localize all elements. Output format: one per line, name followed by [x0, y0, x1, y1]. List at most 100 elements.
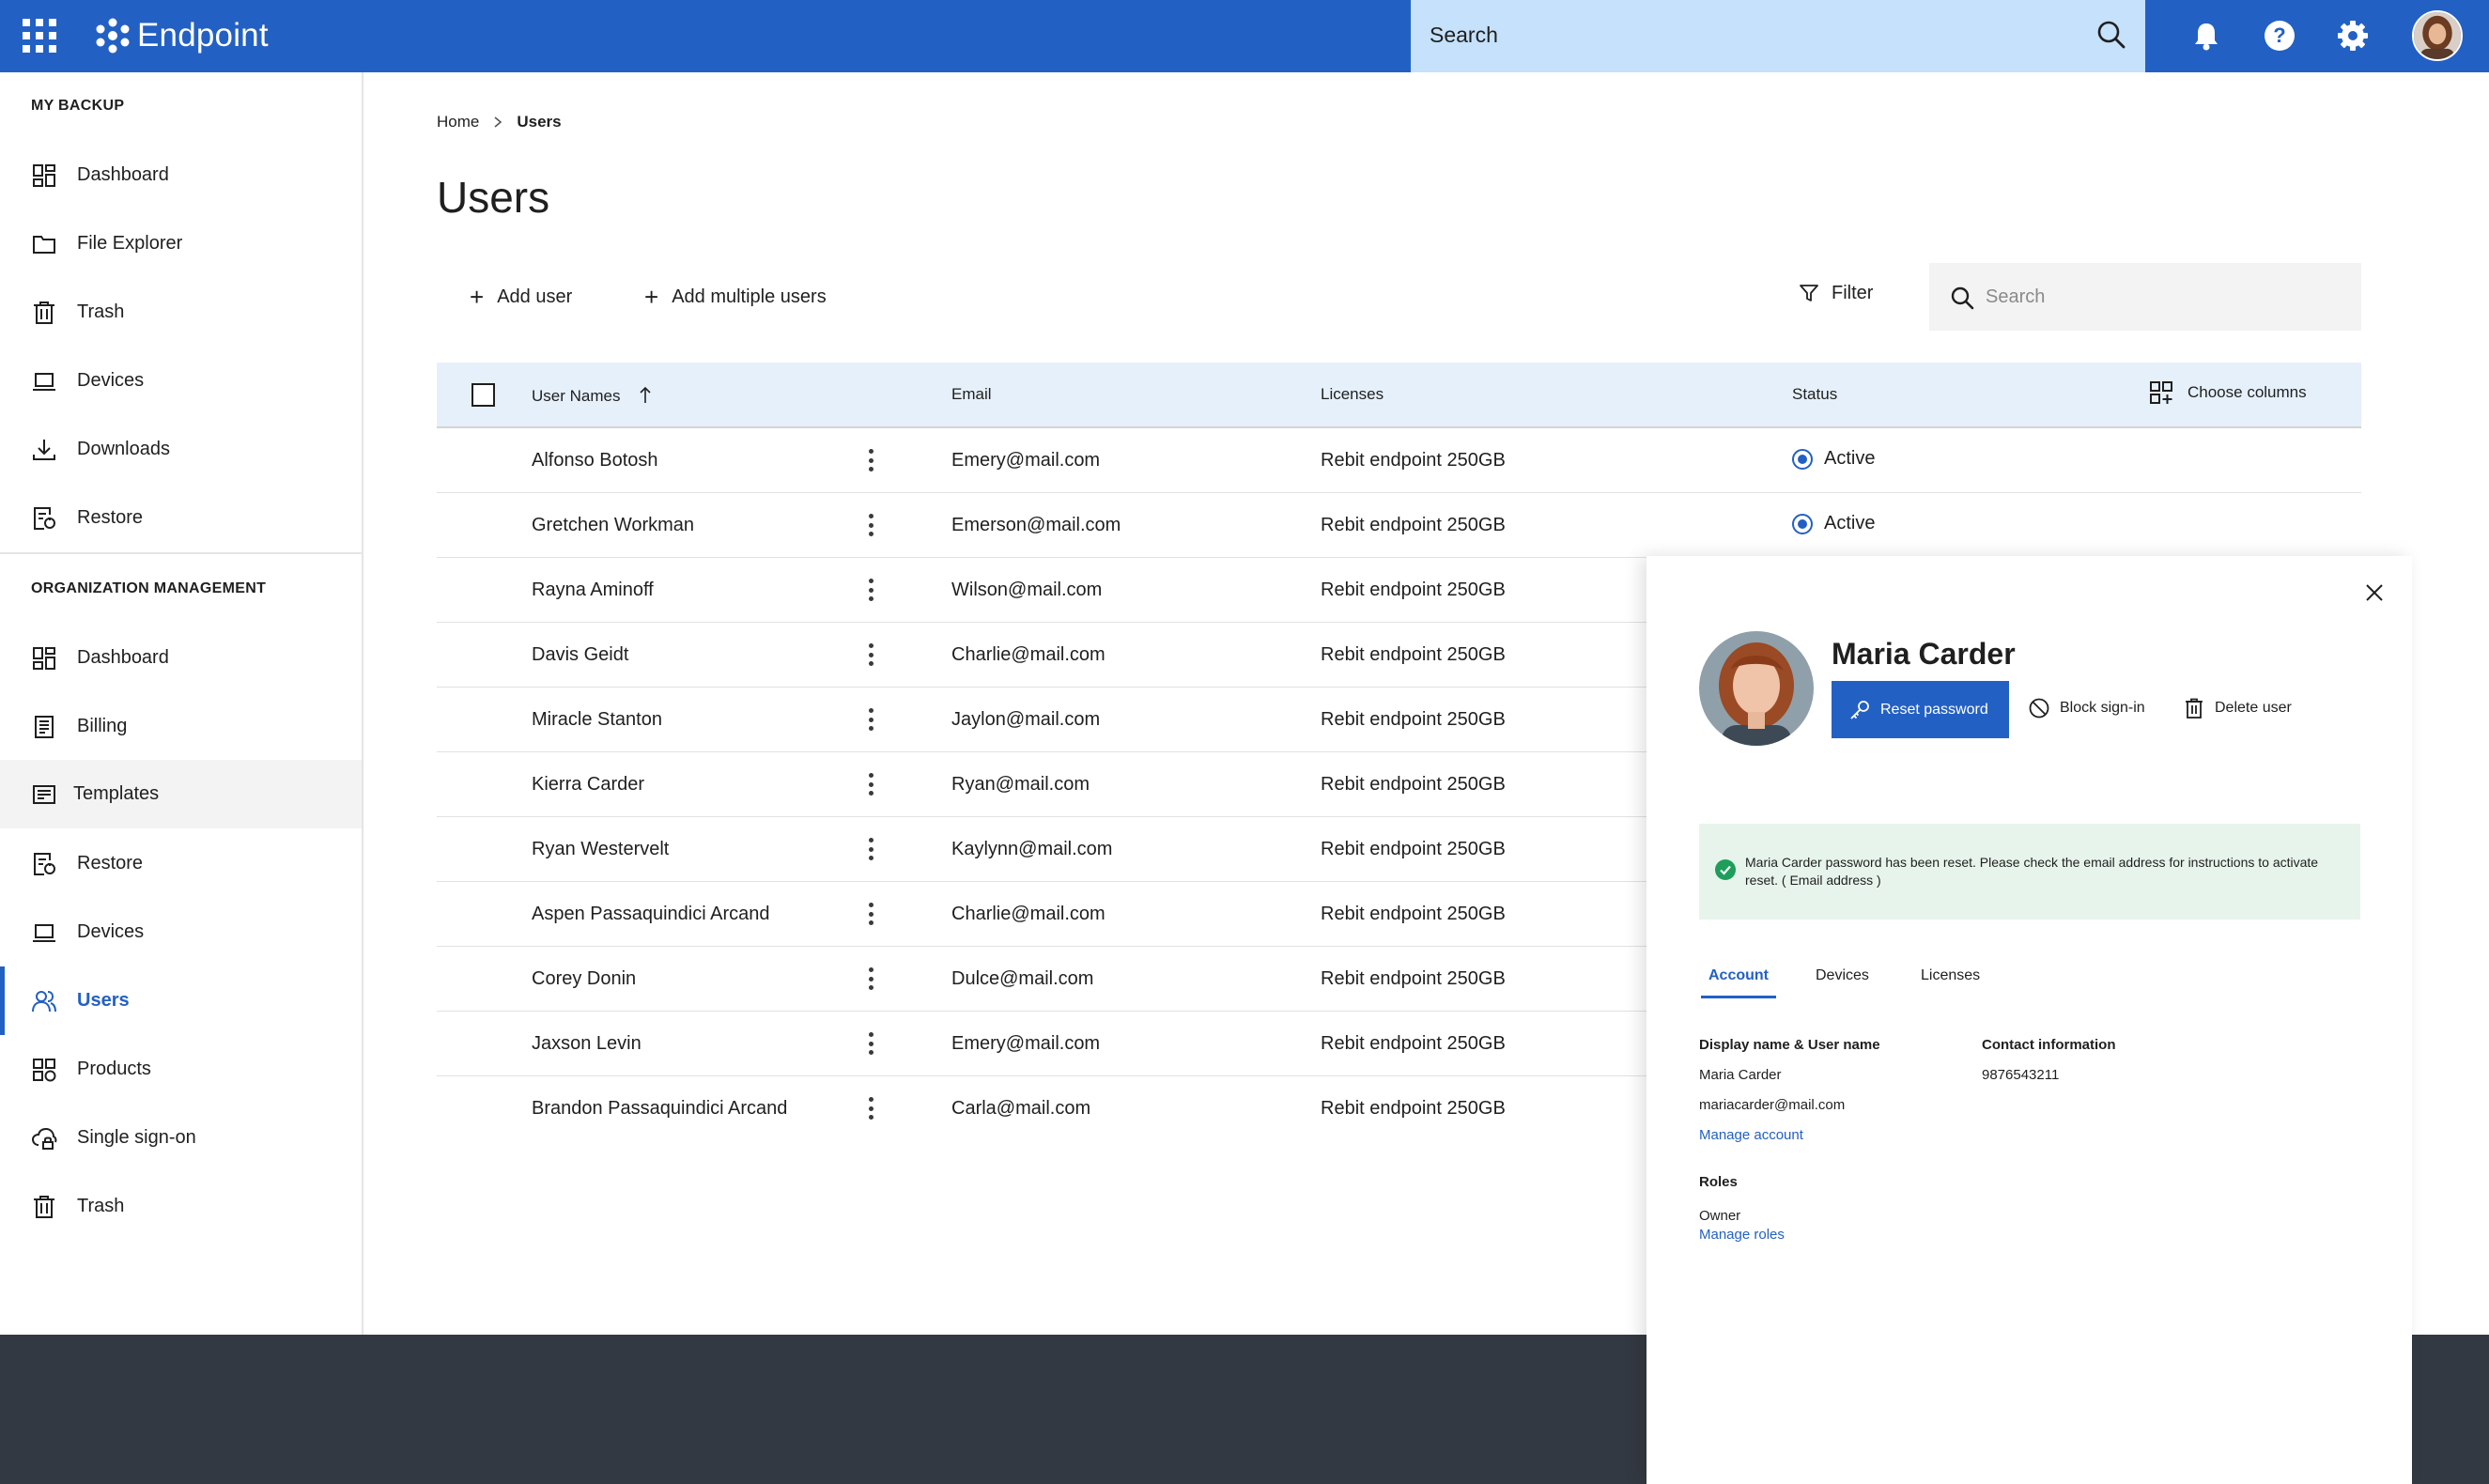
cell-license: Rebit endpoint 250GB [1321, 904, 1506, 924]
column-header-label: User Names [532, 387, 621, 405]
sidebar-item-single-sign-on[interactable]: Single sign-on [0, 1104, 362, 1172]
help-icon[interactable]: ? [2262, 18, 2297, 54]
table-row[interactable]: Alfonso Botosh Emery@mail.com Rebit endp… [437, 428, 2361, 493]
table-header: User Names Email Licenses Status Choose … [437, 363, 2361, 428]
table-search-input[interactable] [1986, 282, 2342, 312]
cell-user-name[interactable]: Alfonso Botosh [532, 450, 658, 471]
sidebar-item-org-trash[interactable]: Trash [0, 1172, 362, 1241]
block-sign-in-button[interactable]: Block sign-in [2028, 697, 2145, 719]
plus-icon: + [644, 282, 659, 311]
products-icon [33, 1058, 56, 1081]
close-icon[interactable] [2364, 582, 2385, 603]
role-value: Owner [1699, 1208, 1741, 1224]
search-icon [1951, 286, 1974, 310]
cell-email: Emerson@mail.com [951, 515, 1121, 535]
dashboard-icon [33, 163, 55, 187]
cell-email: Wilson@mail.com [951, 580, 1103, 600]
tab-account[interactable]: Account [1701, 967, 1776, 998]
row-more-icon[interactable] [862, 966, 879, 992]
sidebar-item-org-dashboard[interactable]: Dashboard [0, 624, 362, 692]
cell-user-name[interactable]: Gretchen Workman [532, 515, 694, 536]
cell-license: Rebit endpoint 250GB [1321, 968, 1506, 989]
choose-columns-button[interactable]: Choose columns [2148, 379, 2307, 406]
tab-licenses[interactable]: Licenses [1921, 967, 1980, 984]
block-sign-in-label: Block sign-in [2060, 700, 2145, 716]
sidebar-item-file-explorer[interactable]: File Explorer [0, 209, 362, 278]
manage-roles-link[interactable]: Manage roles [1699, 1227, 1785, 1243]
add-user-button[interactable]: + Add user [470, 282, 572, 312]
sidebar-item-devices[interactable]: Devices [0, 347, 362, 415]
top-bar: Endpoint Search ? [0, 0, 2489, 72]
cell-license: Rebit endpoint 250GB [1321, 839, 1506, 859]
sort-ascending-icon[interactable] [638, 385, 653, 404]
sidebar-item-label: Restore [77, 507, 144, 528]
add-multiple-users-button[interactable]: + Add multiple users [644, 282, 827, 312]
column-header-user-names[interactable]: User Names [532, 385, 653, 406]
sidebar-item-org-devices[interactable]: Devices [0, 898, 362, 966]
cell-user-name[interactable]: Ryan Westervelt [532, 839, 669, 860]
column-header-email[interactable]: Email [951, 385, 992, 404]
filter-label: Filter [1832, 282, 1874, 303]
row-more-icon[interactable] [862, 577, 879, 603]
cell-user-name[interactable]: Jaxson Levin [532, 1033, 642, 1055]
reset-password-button[interactable]: Reset password [1832, 681, 2009, 738]
manage-account-link[interactable]: Manage account [1699, 1127, 1803, 1143]
sidebar-item-users[interactable]: Users [0, 966, 362, 1035]
global-search-input[interactable]: Search [1430, 23, 1498, 48]
cell-user-name[interactable]: Aspen Passaquindici Arcand [532, 904, 770, 925]
download-icon [33, 439, 55, 460]
sidebar-item-templates[interactable]: Templates [0, 760, 362, 828]
column-header-licenses[interactable]: Licenses [1321, 385, 1384, 404]
display-name-value: Maria Carder [1699, 1067, 1782, 1083]
sidebar-item-label: Trash [77, 1196, 125, 1216]
breadcrumb-home[interactable]: Home [437, 113, 479, 131]
search-icon[interactable] [2095, 18, 2128, 52]
bell-icon[interactable] [2188, 18, 2224, 54]
trash-icon [2186, 698, 2203, 719]
apps-grid-icon[interactable] [23, 19, 56, 53]
row-more-icon[interactable] [862, 771, 879, 797]
sidebar-item-products[interactable]: Products [0, 1035, 362, 1104]
row-more-icon[interactable] [862, 642, 879, 668]
cell-user-name[interactable]: Davis Geidt [532, 644, 628, 666]
table-row[interactable]: Gretchen Workman Emerson@mail.com Rebit … [437, 493, 2361, 558]
brand-logo[interactable]: Endpoint [94, 15, 269, 56]
filter-button[interactable]: Filter [1798, 282, 1873, 304]
cell-license: Rebit endpoint 250GB [1321, 1033, 1506, 1054]
cell-email: Ryan@mail.com [951, 774, 1090, 795]
notice-message: Maria Carder password has been reset. Pl… [1745, 855, 2319, 888]
sidebar-item-label: Dashboard [77, 164, 169, 185]
sidebar-item-label: Trash [77, 301, 125, 322]
row-more-icon[interactable] [862, 836, 879, 862]
tab-devices[interactable]: Devices [1816, 967, 1869, 984]
sidebar-item-dashboard[interactable]: Dashboard [0, 141, 362, 209]
sidebar-item-trash[interactable]: Trash [0, 278, 362, 347]
cell-user-name[interactable]: Kierra Carder [532, 774, 644, 796]
row-more-icon[interactable] [862, 901, 879, 927]
global-search[interactable]: Search [1411, 0, 2145, 72]
sidebar-item-downloads[interactable]: Downloads [0, 415, 362, 484]
cell-user-name[interactable]: Corey Donin [532, 968, 636, 990]
check-circle-icon [1715, 859, 1736, 880]
endpoint-logo-icon [96, 18, 130, 54]
delete-user-button[interactable]: Delete user [2183, 697, 2292, 719]
gear-icon[interactable] [2335, 18, 2371, 54]
column-header-status[interactable]: Status [1792, 385, 1837, 404]
row-more-icon[interactable] [862, 1030, 879, 1057]
select-all-checkbox[interactable] [472, 383, 495, 407]
row-more-icon[interactable] [862, 447, 879, 473]
table-search[interactable] [1929, 263, 2361, 331]
sidebar-item-billing[interactable]: Billing [0, 692, 362, 761]
row-more-icon[interactable] [862, 1095, 879, 1121]
cell-email: Emery@mail.com [951, 1033, 1101, 1054]
cell-user-name[interactable]: Miracle Stanton [532, 709, 662, 731]
sidebar: MY BACKUP Dashboard File Explorer Trash … [0, 72, 363, 1335]
sidebar-item-org-restore[interactable]: Restore [0, 829, 362, 898]
sidebar-divider [0, 552, 362, 554]
row-more-icon[interactable] [862, 706, 879, 733]
user-avatar[interactable] [2412, 10, 2463, 61]
row-more-icon[interactable] [862, 512, 879, 538]
cell-user-name[interactable]: Rayna Aminoff [532, 580, 654, 601]
cell-user-name[interactable]: Brandon Passaquindici Arcand [532, 1098, 787, 1120]
sidebar-item-restore[interactable]: Restore [0, 484, 362, 552]
